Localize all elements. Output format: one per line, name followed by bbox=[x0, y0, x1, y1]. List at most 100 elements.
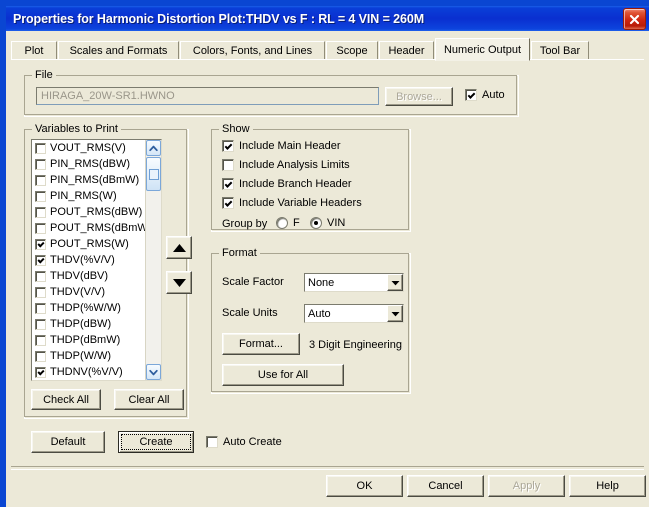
format-group-label: Format bbox=[219, 247, 260, 259]
group-by-f-radio[interactable]: F bbox=[276, 217, 300, 229]
cancel-label: Cancel bbox=[428, 480, 463, 492]
ok-button[interactable]: OK bbox=[326, 475, 403, 497]
checkbox-box[interactable] bbox=[35, 270, 46, 282]
tab-label: Tool Bar bbox=[539, 44, 581, 57]
checkbox-box bbox=[222, 197, 234, 209]
scrollbar-thumb[interactable] bbox=[146, 157, 161, 191]
variables-listbox[interactable]: VOUT_RMS(V) PIN_RMS(dBW) PIN_RMS(dBmW) PIN_… bbox=[31, 139, 162, 381]
list-item-label: PIN_RMS(W) bbox=[50, 190, 117, 202]
list-item-label: THDP(dBmW) bbox=[50, 334, 121, 346]
checkbox-box[interactable] bbox=[35, 366, 46, 378]
list-item[interactable]: THDNV(%V/V) bbox=[32, 364, 145, 380]
browse-button[interactable]: Browse... bbox=[385, 87, 453, 106]
use-for-all-label: Use for All bbox=[257, 369, 309, 381]
title-bar[interactable]: Properties for Harmonic Distortion Plot:… bbox=[6, 6, 649, 31]
auto-checkbox[interactable]: Auto bbox=[465, 89, 505, 101]
list-item[interactable]: PIN_RMS(dBW) bbox=[32, 156, 145, 172]
tab-numeric-output[interactable]: Numeric Output bbox=[435, 38, 530, 61]
help-label: Help bbox=[596, 480, 619, 492]
help-button[interactable]: Help bbox=[569, 475, 646, 497]
checkbox-box bbox=[222, 159, 234, 171]
include-variable-headers-checkbox[interactable]: Include Variable Headers bbox=[222, 197, 362, 209]
scale-units-value: Auto bbox=[308, 307, 331, 320]
scale-units-select[interactable]: Auto bbox=[304, 304, 404, 323]
close-icon bbox=[629, 14, 640, 24]
chevron-down-icon[interactable] bbox=[387, 305, 403, 322]
cancel-button[interactable]: Cancel bbox=[407, 475, 484, 497]
checkbox-box[interactable] bbox=[35, 302, 46, 314]
check-all-button[interactable]: Check All bbox=[31, 389, 101, 410]
variables-scrollbar[interactable] bbox=[145, 140, 161, 380]
checkbox-box[interactable] bbox=[35, 318, 46, 330]
list-item[interactable]: THDV(V/V) bbox=[32, 284, 145, 300]
include-analysis-limits-checkbox[interactable]: Include Analysis Limits bbox=[222, 159, 350, 171]
close-button[interactable] bbox=[623, 8, 646, 30]
checkbox-box[interactable] bbox=[35, 350, 46, 362]
use-for-all-button[interactable]: Use for All bbox=[222, 364, 344, 386]
check-all-label: Check All bbox=[43, 393, 89, 406]
file-path-input[interactable]: HIRAGA_20W-SR1.HWNO bbox=[36, 87, 379, 105]
list-item[interactable]: THDV(%V/V) bbox=[32, 252, 145, 268]
tab-plot[interactable]: Plot bbox=[11, 41, 57, 60]
tab-tool-bar[interactable]: Tool Bar bbox=[531, 41, 589, 60]
list-item[interactable] bbox=[32, 380, 145, 381]
move-up-button[interactable] bbox=[166, 236, 192, 259]
scale-factor-select[interactable]: None bbox=[304, 273, 404, 292]
group-by-vin-radio[interactable]: VIN bbox=[310, 217, 345, 229]
checkbox-box[interactable] bbox=[35, 206, 46, 218]
tab-scales-and-formats[interactable]: Scales and Formats bbox=[58, 41, 179, 60]
list-item[interactable]: THDV(dBV) bbox=[32, 268, 145, 284]
clear-all-label: Clear All bbox=[128, 393, 170, 406]
list-item[interactable]: THDP(dBW) bbox=[32, 316, 145, 332]
radio-label: VIN bbox=[327, 217, 346, 229]
apply-button[interactable]: Apply bbox=[488, 475, 565, 497]
tab-label: Header bbox=[388, 44, 425, 57]
variables-group-label: Variables to Print bbox=[32, 123, 121, 135]
variables-list: VOUT_RMS(V) PIN_RMS(dBW) PIN_RMS(dBmW) PIN_… bbox=[32, 140, 151, 381]
checkbox-box bbox=[222, 140, 234, 152]
checkbox-box[interactable] bbox=[35, 334, 46, 346]
tab-scope[interactable]: Scope bbox=[326, 41, 378, 60]
create-label: Create bbox=[139, 436, 173, 448]
checkbox-box[interactable] bbox=[35, 222, 46, 234]
checkbox-box[interactable] bbox=[35, 158, 46, 170]
include-main-header-checkbox[interactable]: Include Main Header bbox=[222, 140, 341, 152]
move-down-button[interactable] bbox=[166, 271, 192, 294]
chevron-up-icon bbox=[149, 145, 158, 151]
checkbox-box[interactable] bbox=[35, 142, 46, 154]
list-item[interactable]: POUT_RMS(dBmW) bbox=[32, 220, 151, 236]
list-item-label: POUT_RMS(dBW) bbox=[50, 206, 143, 218]
checkbox-box[interactable] bbox=[35, 254, 46, 266]
auto-label: Auto bbox=[482, 89, 505, 101]
list-item-label: THDNV(%V/V) bbox=[50, 366, 123, 378]
list-item[interactable]: POUT_RMS(dBW) bbox=[32, 204, 145, 220]
checkbox-box[interactable] bbox=[35, 238, 46, 250]
list-item-label: PIN_RMS(dBW) bbox=[50, 158, 131, 170]
scroll-up-button[interactable] bbox=[146, 140, 161, 156]
list-item[interactable]: PIN_RMS(W) bbox=[32, 188, 145, 204]
file-path-value: HIRAGA_20W-SR1.HWNO bbox=[41, 90, 175, 102]
list-item[interactable]: POUT_RMS(W) bbox=[32, 236, 145, 252]
default-button[interactable]: Default bbox=[31, 431, 105, 453]
checkbox-box[interactable] bbox=[35, 190, 46, 202]
group-by-label: Group by bbox=[222, 218, 268, 230]
list-item[interactable]: THDP(W/W) bbox=[32, 348, 145, 364]
include-branch-header-checkbox[interactable]: Include Branch Header bbox=[222, 178, 352, 190]
clear-all-button[interactable]: Clear All bbox=[114, 389, 184, 410]
create-button[interactable]: Create bbox=[118, 431, 194, 453]
list-item[interactable]: THDP(dBmW) bbox=[32, 332, 145, 348]
checkbox-box[interactable] bbox=[35, 286, 46, 298]
format-button[interactable]: Format... bbox=[222, 333, 300, 355]
tab-colors-fonts-lines[interactable]: Colors, Fonts, and Lines bbox=[180, 41, 325, 60]
list-item[interactable]: PIN_RMS(dBmW) bbox=[32, 172, 145, 188]
checkbox-box bbox=[206, 436, 218, 448]
checkbox-box[interactable] bbox=[35, 174, 46, 186]
list-item[interactable]: VOUT_RMS(V) bbox=[32, 140, 145, 156]
chevron-down-icon[interactable] bbox=[387, 274, 403, 291]
list-item[interactable]: THDP(%W/W) bbox=[32, 300, 145, 316]
scroll-down-button[interactable] bbox=[146, 364, 161, 380]
tab-header[interactable]: Header bbox=[379, 41, 434, 60]
scrollbar-grip bbox=[148, 168, 159, 180]
format-status-text: 3 Digit Engineering bbox=[309, 339, 402, 351]
auto-create-checkbox[interactable]: Auto Create bbox=[206, 436, 282, 448]
